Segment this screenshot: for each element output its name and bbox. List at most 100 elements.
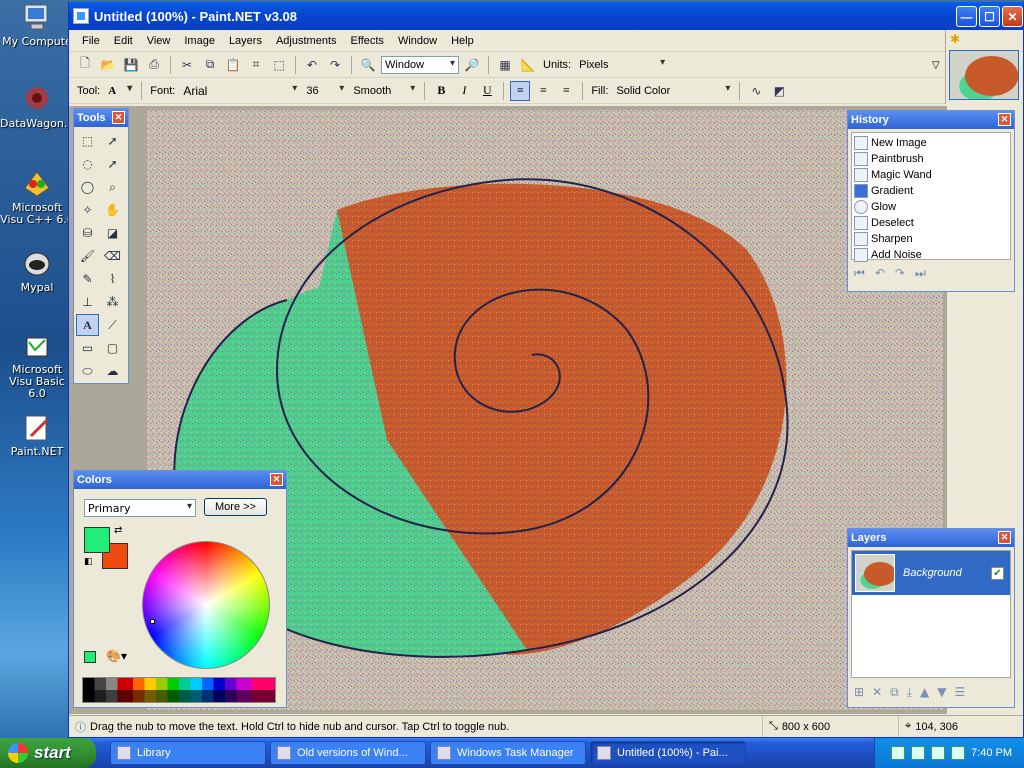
- menu-image[interactable]: Image: [177, 33, 222, 49]
- eraser-icon[interactable]: ⌫: [101, 245, 124, 267]
- taskbar-item-paintnet[interactable]: Untitled (100%) - Pai...: [590, 741, 746, 765]
- print-icon[interactable]: ⎙: [144, 55, 164, 75]
- layer-properties-icon[interactable]: ☰: [954, 685, 965, 700]
- tools-panel-close-icon[interactable]: ✕: [112, 111, 125, 124]
- zoom-tool-icon[interactable]: ⌕: [101, 176, 124, 198]
- lasso-select-icon[interactable]: ◌: [76, 153, 99, 175]
- history-item[interactable]: Deselect: [852, 215, 1010, 231]
- color-wheel-handle[interactable]: [150, 619, 155, 624]
- primary-color-swatch[interactable]: [84, 527, 110, 553]
- layers-panel-title[interactable]: Layers ✕: [848, 529, 1014, 547]
- menu-view[interactable]: View: [140, 33, 178, 49]
- rectangle-select-icon[interactable]: ⬚: [76, 130, 99, 152]
- palette-menu-icon[interactable]: 🎨▾: [106, 649, 127, 663]
- duplicate-layer-icon[interactable]: ⧉: [890, 685, 899, 700]
- antialiasing-curve-icon[interactable]: ∿: [746, 81, 766, 101]
- thumbnail-menu-icon[interactable]: ▽: [932, 60, 940, 71]
- align-center-icon[interactable]: ≡: [533, 81, 553, 101]
- history-item[interactable]: Sharpen: [852, 231, 1010, 247]
- close-button[interactable]: ✕: [1002, 6, 1023, 27]
- menu-help[interactable]: Help: [444, 33, 481, 49]
- network-icon[interactable]: [911, 746, 926, 760]
- history-item[interactable]: Glow: [852, 199, 1010, 215]
- color-wheel[interactable]: [142, 541, 270, 669]
- swap-colors-icon[interactable]: ⇄: [114, 525, 122, 536]
- move-selected-icon[interactable]: ➚: [101, 153, 124, 175]
- history-item[interactable]: Add Noise: [852, 247, 1010, 263]
- grid-icon[interactable]: ▦: [495, 55, 515, 75]
- keyboard-icon[interactable]: [891, 746, 906, 760]
- layer-row[interactable]: Background ✔: [852, 551, 1010, 595]
- recolor-icon[interactable]: ⁂: [101, 291, 124, 313]
- desktop-icon-paintnet[interactable]: Paint.NET: [0, 412, 74, 458]
- history-panel-close-icon[interactable]: ✕: [998, 113, 1011, 126]
- underline-button[interactable]: U: [477, 81, 497, 101]
- antialias-combo[interactable]: Smooth: [350, 82, 418, 100]
- desktop-icon-mypal[interactable]: Mypal: [0, 248, 74, 294]
- crop-icon[interactable]: ⌗: [246, 55, 266, 75]
- copy-icon[interactable]: ⧉: [200, 55, 220, 75]
- ellipse-select-icon[interactable]: ◯: [76, 176, 99, 198]
- sync-icon[interactable]: [951, 746, 966, 760]
- menu-adjustments[interactable]: Adjustments: [269, 33, 344, 49]
- menu-layers[interactable]: Layers: [222, 33, 269, 49]
- history-item[interactable]: New Image: [852, 135, 1010, 151]
- desktop-icon-visual-cpp[interactable]: Microsoft Visu C++ 6.0: [0, 168, 74, 226]
- tool-combo[interactable]: A: [105, 82, 135, 100]
- maximize-button[interactable]: ☐: [979, 6, 1000, 27]
- add-to-palette-icon[interactable]: [84, 651, 96, 663]
- freeform-shape-icon[interactable]: ☁: [101, 360, 124, 382]
- layers-panel-close-icon[interactable]: ✕: [998, 531, 1011, 544]
- redo-icon[interactable]: ↷: [325, 55, 345, 75]
- messenger-icon[interactable]: [931, 746, 946, 760]
- magic-wand-icon[interactable]: ✧: [76, 199, 99, 221]
- image-thumbnail[interactable]: [949, 50, 1019, 100]
- italic-button[interactable]: I: [454, 81, 474, 101]
- title-bar[interactable]: Untitled (100%) - Paint.NET v3.08 — ☐ ✕: [69, 2, 1023, 30]
- units-combo[interactable]: Pixels: [576, 56, 668, 74]
- deselect-icon[interactable]: ⬚: [269, 55, 289, 75]
- colors-panel-title[interactable]: Colors ✕: [74, 471, 286, 489]
- taskbar-item-task-manager[interactable]: Windows Task Manager: [430, 741, 586, 765]
- move-selection-icon[interactable]: ➚: [101, 130, 124, 152]
- gradient-icon[interactable]: ◪: [101, 222, 124, 244]
- layer-visibility-checkbox[interactable]: ✔: [991, 566, 1004, 580]
- zoom-out-icon[interactable]: 🔍: [358, 55, 378, 75]
- move-layer-down-icon[interactable]: ▼: [937, 685, 946, 700]
- tools-panel-title[interactable]: Tools ✕: [74, 109, 128, 127]
- paint-bucket-icon[interactable]: ⛁: [76, 222, 99, 244]
- rounded-rectangle-icon[interactable]: ▢: [101, 337, 124, 359]
- clock[interactable]: 7:40 PM: [971, 747, 1012, 759]
- open-folder-icon[interactable]: 📂: [98, 55, 118, 75]
- rewind-icon[interactable]: ⏮: [854, 266, 865, 281]
- start-button[interactable]: start: [0, 738, 96, 768]
- more-colors-button[interactable]: More >>: [204, 498, 267, 516]
- history-item[interactable]: Magic Wand: [852, 167, 1010, 183]
- font-size-combo[interactable]: 36: [303, 82, 347, 100]
- history-item[interactable]: Gradient: [852, 183, 1010, 199]
- delete-layer-icon[interactable]: ✕: [872, 685, 882, 700]
- ellipse-shape-icon[interactable]: ⬭: [76, 360, 99, 382]
- undo-icon[interactable]: ↶: [302, 55, 322, 75]
- reset-colors-icon[interactable]: ◧: [84, 557, 93, 567]
- color-picker-icon[interactable]: ⌇: [101, 268, 124, 290]
- merge-layer-down-icon[interactable]: ⤓: [907, 685, 912, 700]
- fill-combo[interactable]: Solid Color: [613, 82, 733, 100]
- history-panel-title[interactable]: History ✕: [848, 111, 1014, 129]
- colors-panel-close-icon[interactable]: ✕: [270, 473, 283, 486]
- undo-icon[interactable]: ↶: [875, 266, 885, 281]
- clone-stamp-icon[interactable]: ⊥: [76, 291, 99, 313]
- history-item[interactable]: Paintbrush: [852, 151, 1010, 167]
- fast-forward-icon[interactable]: ⏭: [915, 266, 926, 281]
- taskbar-item-browser[interactable]: Old versions of Wind...: [270, 741, 426, 765]
- paintbrush-icon[interactable]: 🖌: [76, 245, 99, 267]
- zoom-in-icon[interactable]: 🔎: [462, 55, 482, 75]
- add-layer-icon[interactable]: ⊞: [854, 685, 864, 700]
- save-icon[interactable]: 💾: [121, 55, 141, 75]
- desktop-icon-visual-basic[interactable]: Microsoft Visu Basic 6.0: [0, 330, 74, 400]
- pencil-icon[interactable]: ✎: [76, 268, 99, 290]
- color-palette[interactable]: [82, 677, 276, 703]
- line-curve-icon[interactable]: ⟋: [101, 314, 124, 336]
- font-combo[interactable]: Arial: [180, 82, 300, 100]
- menu-edit[interactable]: Edit: [107, 33, 140, 49]
